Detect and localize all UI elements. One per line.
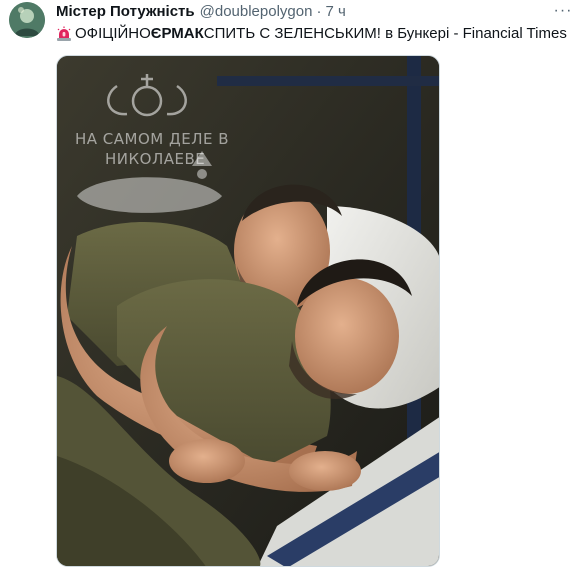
avatar[interactable]	[9, 2, 45, 38]
tweet-text-part2: СПИТЬ С ЗЕЛЕНСЬКИМ! в Бункері - Financia…	[203, 25, 567, 42]
watermark-line2: НИКОЛАЕВЕ	[105, 150, 205, 168]
tweet: Містер Потужність @doublepolygon · 7 ч ·…	[0, 0, 586, 573]
tweet-media-image[interactable]: НА САМОМ ДЕЛЕ В НИКОЛАЕВЕ	[56, 55, 440, 567]
timestamp[interactable]: 7 ч	[325, 3, 345, 21]
tweet-text-part1: ОФІЦІЙНО	[75, 25, 151, 42]
more-options-icon[interactable]: ···	[552, 3, 574, 19]
separator-dot: ·	[316, 3, 322, 20]
media-photo: НА САМОМ ДЕЛЕ В НИКОЛАЕВЕ	[57, 56, 439, 566]
siren-emoji-icon	[57, 26, 71, 41]
display-name[interactable]: Містер Потужність	[56, 3, 195, 21]
watermark-line1: НА САМОМ ДЕЛЕ В	[75, 130, 229, 148]
user-handle[interactable]: @doublepolygon	[200, 3, 313, 21]
tweet-text: ОФІЦІЙНО ЄРМАК СПИТЬ С ЗЕЛЕНСЬКИМ! в Бун…	[56, 24, 567, 44]
tweet-text-bold: ЄРМАК	[150, 25, 204, 42]
tweet-header: Містер Потужність @doublepolygon · 7 ч	[56, 3, 346, 21]
avatar-image	[9, 2, 45, 38]
